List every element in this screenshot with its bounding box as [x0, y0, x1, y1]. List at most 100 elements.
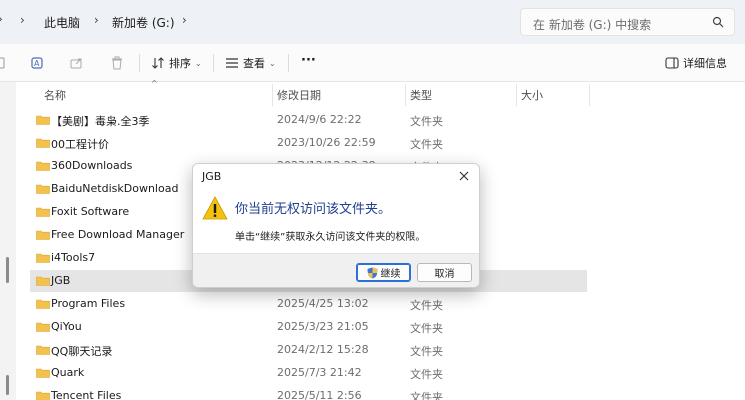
uac-shield-icon — [367, 267, 377, 278]
sort-button[interactable]: 排序 ⌄ — [151, 55, 202, 71]
file-name: JGB — [51, 274, 71, 287]
folder-icon — [36, 299, 50, 309]
nav-scrollbar-thumb[interactable] — [6, 257, 9, 283]
file-row[interactable]: QiYou 2025/3/23 21:05 文件夹 — [30, 316, 587, 338]
file-modified-date: 2025/4/25 13:02 — [277, 297, 369, 310]
folder-icon — [36, 276, 50, 286]
column-header-modified[interactable]: 修改日期 — [277, 87, 321, 103]
file-type: 文件夹 — [410, 345, 443, 358]
column-divider[interactable] — [272, 84, 273, 106]
cancel-button[interactable]: 取消 — [417, 263, 472, 282]
details-pane-icon — [665, 57, 679, 69]
file-modified-date: 2024/2/12 15:28 — [277, 343, 369, 356]
file-modified-date: 2025/7/3 21:42 — [277, 366, 362, 379]
dialog-detail: 单击“继续”获取永久访问该文件夹的权限。 — [235, 232, 426, 243]
view-list-icon — [226, 58, 238, 68]
dialog-title: JGB — [202, 170, 222, 183]
file-name: Tencent Files — [51, 389, 122, 400]
file-type: 文件夹 — [410, 391, 443, 400]
file-row[interactable]: Program Files 2025/4/25 13:02 文件夹 — [30, 293, 587, 315]
search-icon — [712, 16, 724, 28]
toolbar-divider — [288, 54, 289, 72]
folder-icon — [36, 230, 50, 240]
sort-icon — [152, 57, 164, 69]
file-name: 【美剧】毒枭.全3季 — [51, 115, 150, 128]
chevron-right-icon[interactable]: › — [182, 13, 187, 27]
file-row[interactable]: QQ聊天记录 2024/2/12 15:28 文件夹 — [30, 339, 587, 361]
file-name: Free Download Manager — [51, 228, 185, 241]
more-options-button[interactable]: ··· — [301, 53, 316, 68]
folder-icon — [36, 161, 50, 171]
navigation-pane-edge — [0, 82, 16, 400]
chevron-right-icon[interactable]: › — [0, 12, 3, 26]
chevron-right-icon[interactable]: › — [94, 13, 99, 27]
file-row[interactable]: 00工程计价 2023/10/26 22:59 文件夹 — [30, 132, 587, 154]
svg-text:A: A — [34, 59, 40, 68]
address-bar-row: › › 此电脑 › 新加卷 (G:) › 在 新加卷 (G:) 中搜索 — [0, 0, 745, 44]
view-label: 查看 — [243, 57, 265, 70]
column-divider[interactable] — [516, 84, 517, 106]
close-icon[interactable] — [457, 169, 471, 183]
column-header-type[interactable]: 类型 — [410, 87, 432, 103]
search-placeholder: 在 新加卷 (G:) 中搜索 — [533, 18, 652, 32]
details-label: 详细信息 — [683, 57, 727, 70]
column-header-name[interactable]: 名称 — [44, 87, 66, 103]
file-name: 360Downloads — [51, 159, 133, 172]
sort-label: 排序 — [169, 57, 191, 70]
chevron-down-icon: ⌄ — [269, 58, 276, 68]
search-box[interactable]: 在 新加卷 (G:) 中搜索 — [520, 8, 735, 36]
column-divider[interactable] — [589, 84, 590, 106]
file-name: QiYou — [51, 320, 82, 333]
chevron-down-icon: ⌄ — [195, 58, 202, 68]
copy-icon[interactable] — [0, 55, 10, 71]
share-icon[interactable] — [69, 55, 85, 71]
column-header-row: ^ 名称 修改日期 类型 大小 — [16, 79, 745, 106]
file-name: i4Tools7 — [51, 251, 96, 264]
file-type: 文件夹 — [410, 322, 443, 335]
folder-icon — [36, 368, 50, 378]
folder-icon — [36, 322, 50, 332]
file-type: 文件夹 — [410, 299, 443, 312]
toolbar-divider — [139, 54, 140, 72]
folder-icon — [36, 115, 50, 125]
file-type: 文件夹 — [410, 115, 443, 128]
file-row[interactable]: Tencent Files 2025/5/11 2:56 文件夹 — [30, 385, 587, 400]
file-name: Program Files — [51, 297, 126, 310]
file-row[interactable]: Quark 2025/7/3 21:42 文件夹 — [30, 362, 587, 384]
file-name: 00工程计价 — [51, 138, 109, 151]
folder-icon — [36, 253, 50, 263]
folder-icon — [36, 184, 50, 194]
breadcrumb-this-pc[interactable]: 此电脑 — [44, 14, 80, 31]
file-name: BaiduNetdiskDownload — [51, 182, 179, 195]
dialog-message: 你当前无权访问该文件夹。 — [235, 202, 392, 217]
file-type: 文件夹 — [410, 138, 443, 151]
breadcrumb-drive-g[interactable]: 新加卷 (G:) — [112, 14, 175, 31]
file-modified-date: 2025/5/11 2:56 — [277, 389, 362, 400]
file-type: 文件夹 — [410, 368, 443, 381]
file-row[interactable]: 【美剧】毒枭.全3季 2024/9/6 22:22 文件夹 — [30, 109, 587, 131]
folder-icon — [36, 391, 50, 400]
dialog-button-bar: 继续 取消 — [193, 253, 479, 287]
file-name: QQ聊天记录 — [51, 345, 113, 358]
command-bar: A 排序 ⌄ 查看 ⌄ ··· 详细信息 — [0, 44, 745, 82]
file-modified-date: 2025/3/23 21:05 — [277, 320, 369, 333]
sort-ascending-icon: ^ — [151, 79, 158, 88]
file-name: Foxit Software — [51, 205, 130, 218]
file-name: Quark — [51, 366, 85, 379]
continue-label: 继续 — [380, 269, 401, 280]
delete-icon[interactable] — [109, 55, 125, 71]
folder-icon — [36, 207, 50, 217]
column-header-size[interactable]: 大小 — [521, 87, 543, 103]
file-modified-date: 2024/9/6 22:22 — [277, 113, 362, 126]
folder-icon — [36, 138, 50, 148]
rename-icon[interactable]: A — [30, 55, 46, 71]
view-button[interactable]: 查看 ⌄ — [225, 55, 276, 71]
chevron-right-icon[interactable]: › — [20, 13, 25, 27]
access-denied-dialog: JGB 你当前无权访问该文件夹。 单击“继续”获取永久访问该文件夹的权限。 继续… — [192, 163, 480, 288]
toolbar-divider — [213, 54, 214, 72]
column-divider[interactable] — [405, 84, 406, 106]
nav-scrollbar-thumb[interactable] — [6, 375, 9, 395]
folder-icon — [36, 345, 50, 355]
details-pane-button[interactable]: 详细信息 — [665, 55, 727, 71]
continue-button[interactable]: 继续 — [356, 263, 411, 282]
